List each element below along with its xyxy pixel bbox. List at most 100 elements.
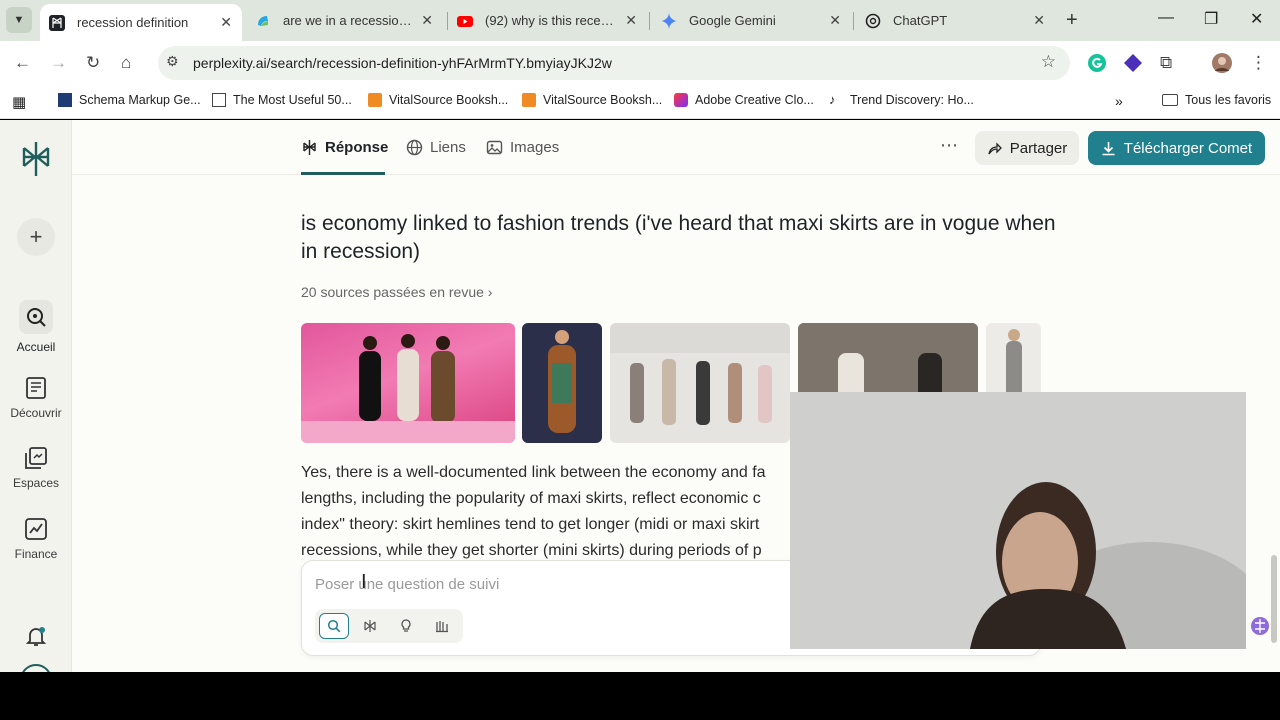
reload-button[interactable]: ↻ (86, 53, 100, 73)
site-info-icon[interactable]: ⚙ (166, 53, 179, 70)
sidebar-item-label: Accueil (16, 340, 56, 354)
labs-mode-button[interactable] (427, 613, 457, 639)
tab-label: Réponse (325, 139, 389, 156)
sidebar-item-label: Découvrir (10, 406, 62, 420)
close-icon[interactable]: ✕ (220, 14, 232, 31)
apps-icon[interactable]: ▦ (12, 93, 26, 111)
bookmark-star-icon[interactable]: ☆ (1041, 52, 1056, 72)
bookmark-item[interactable]: VitalSource Booksh... (522, 93, 662, 107)
more-options-icon[interactable]: ⋯ (940, 135, 958, 156)
forward-button[interactable]: → (50, 53, 67, 73)
bookmark-item[interactable]: Schema Markup Ge... (58, 93, 201, 107)
perplexity-logo-icon[interactable] (19, 140, 53, 178)
chevron-right-icon: › (487, 284, 493, 300)
url-text[interactable]: perplexity.ai/search/recession-definitio… (193, 55, 612, 71)
extension-diamond-icon[interactable] (1123, 53, 1143, 73)
bookmark-label: Adobe Creative Clo... (695, 93, 814, 107)
bookmark-item[interactable]: ♪ Trend Discovery: Ho... (829, 92, 974, 108)
fashion-photo-runway-show (610, 323, 790, 425)
bookmark-item[interactable]: The Most Useful 50... (212, 93, 352, 107)
profile-avatar[interactable] (20, 664, 52, 672)
webcam-overlay (790, 392, 1246, 649)
close-icon[interactable]: ✕ (829, 12, 841, 29)
tab-title: (92) why is this recession (485, 13, 615, 28)
copilot-icon (258, 15, 268, 26)
research-mode-button[interactable] (355, 613, 385, 639)
download-label: Télécharger Comet (1123, 139, 1253, 157)
share-button[interactable]: Partager (975, 131, 1079, 165)
thread-header: Réponse Liens Images ⋯ Partager Téléchar… (72, 120, 1280, 175)
active-tab-indicator (301, 172, 385, 175)
gemini-icon (661, 12, 677, 29)
spaces-icon (25, 447, 47, 469)
sidebar-item-espaces[interactable]: Espaces (0, 446, 72, 490)
reasoning-mode-button[interactable] (391, 613, 421, 639)
new-tab-button[interactable]: + (1066, 9, 1078, 32)
search-mode-button[interactable] (319, 613, 349, 639)
tab-title: recession definition (77, 15, 189, 30)
puzzle-icon[interactable]: ⧉ (1160, 53, 1172, 73)
thread-question: is economy linked to fashion trends (i'v… (301, 212, 1056, 263)
close-icon[interactable]: ✕ (1033, 12, 1045, 29)
discover-icon (26, 377, 46, 399)
tab-youtube[interactable]: (92) why is this recession ✕ (457, 0, 647, 41)
tab-label: Images (510, 139, 560, 156)
tab-reponse[interactable]: Réponse (301, 139, 388, 156)
bookmark-label: Trend Discovery: Ho... (850, 93, 974, 107)
tab-recession-question[interactable]: are we in a recession? an ✕ (255, 0, 443, 41)
tab-title: ChatGPT (893, 13, 948, 28)
bookmark-item[interactable]: VitalSource Booksh... (368, 93, 508, 107)
brain-extension-icon[interactable] (1250, 616, 1270, 636)
all-bookmarks-folder[interactable]: Tous les favoris (1162, 93, 1271, 107)
result-image[interactable] (610, 323, 790, 443)
result-image[interactable] (301, 323, 515, 443)
tiktok-icon: ♪ (829, 92, 836, 107)
vitalsource-icon (368, 93, 382, 107)
new-thread-button[interactable]: + (17, 218, 55, 256)
perplexity-icon (303, 140, 316, 155)
bookmark-label: VitalSource Booksh... (543, 93, 663, 107)
sidebar-item-decouvrir[interactable]: Découvrir (0, 376, 72, 420)
avatar[interactable] (1212, 53, 1232, 73)
scrollbar-thumb[interactable] (1271, 555, 1277, 643)
bookmarks-bar: ▦ Schema Markup Ge... The Most Useful 50… (0, 85, 1280, 119)
back-button[interactable]: ← (14, 53, 31, 73)
folder-icon (1162, 94, 1178, 106)
sidebar-item-accueil[interactable]: Accueil (0, 300, 72, 354)
sidebar-item-finance[interactable]: Finance (0, 517, 72, 561)
restore-button[interactable]: ❐ (1204, 9, 1218, 29)
tab-recession-definition[interactable]: recession definition ✕ (40, 4, 242, 41)
tab-strip: ▼ recession definition ✕ are we in a rec… (0, 0, 1280, 41)
bookmark-item[interactable]: Adobe Creative Clo... (674, 93, 814, 107)
sources-link[interactable]: 20 sources passées en revue › (301, 284, 492, 300)
menu-icon[interactable]: ⋮ (1250, 53, 1267, 73)
home-button[interactable]: ⌂ (121, 53, 131, 73)
perplexity-icon (49, 14, 65, 31)
more-bookmarks-icon[interactable]: » (1115, 93, 1123, 109)
sidebar-item-label: Finance (14, 547, 58, 561)
close-window-button[interactable]: ✕ (1250, 9, 1263, 29)
tab-images[interactable]: Images (486, 139, 559, 156)
close-icon[interactable]: ✕ (421, 12, 433, 29)
close-icon[interactable]: ✕ (625, 12, 637, 29)
tab-gemini[interactable]: Google Gemini ✕ (661, 0, 851, 41)
tab-chatgpt[interactable]: ChatGPT ✕ (865, 0, 1055, 41)
share-label: Partager (1009, 139, 1068, 157)
bookmark-label: VitalSource Booksh... (389, 93, 509, 107)
bookmark-label: The Most Useful 50... (233, 93, 352, 107)
search-mode-selector (315, 609, 463, 643)
bulb-icon (401, 619, 411, 632)
search-icon (327, 619, 341, 633)
tab-liens[interactable]: Liens (406, 139, 466, 156)
address-bar[interactable]: ⚙ perplexity.ai/search/recession-definit… (158, 46, 1070, 80)
tab-search-button[interactable]: ▼ (6, 7, 32, 33)
download-comet-button[interactable]: Télécharger Comet (1088, 131, 1265, 165)
fashion-photo-patterned-dress (548, 330, 576, 433)
grammarly-icon[interactable] (1087, 53, 1107, 73)
notification-bell-icon[interactable] (24, 624, 48, 648)
browser-toolbar: ← → ↻ ⌂ ⚙ perplexity.ai/search/recession… (0, 41, 1280, 85)
research-icon (364, 620, 376, 632)
result-image[interactable] (522, 323, 602, 443)
minimize-button[interactable]: — (1158, 9, 1174, 27)
scrollbar[interactable] (1268, 175, 1280, 672)
